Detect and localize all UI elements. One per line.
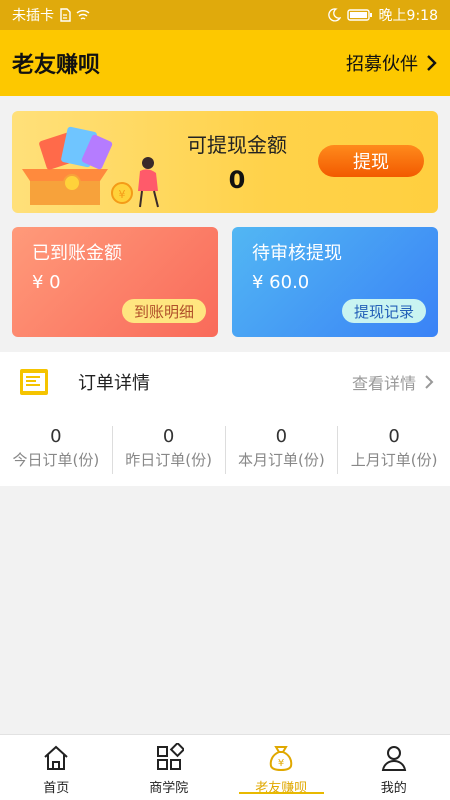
- chevron-right-icon: [425, 375, 434, 389]
- stat-label: 本月订单(份): [238, 451, 325, 469]
- sim-card-icon: [60, 8, 71, 22]
- status-bar: 未插卡 晚上9:18: [0, 0, 450, 30]
- wifi-icon: [76, 10, 90, 20]
- person-icon: [381, 746, 406, 771]
- bottom-tab-bar: 首页 商学院 ¥ 老友赚呗 我的: [0, 734, 450, 800]
- withdraw-panel: ¥ 可提现金额 0 提现: [12, 111, 438, 213]
- view-details-label: 查看详情: [351, 374, 416, 393]
- clock-text: 晚上9:18: [378, 8, 438, 24]
- tab-label: 老友赚呗: [255, 781, 308, 796]
- recruit-label: 招募伙伴: [346, 54, 418, 75]
- stat-value: 0: [275, 426, 288, 447]
- chevron-right-icon: [427, 55, 437, 71]
- order-details-title: 订单详情: [78, 373, 150, 394]
- received-details-button[interactable]: 到账明细: [121, 299, 206, 323]
- withdraw-button[interactable]: 提现: [318, 145, 424, 177]
- stat-this-month: 0 本月订单(份): [226, 426, 339, 474]
- recruit-partners-link[interactable]: 招募伙伴: [346, 50, 438, 76]
- received-amount-card: 已到账金额 ¥ 0 到账明细: [12, 227, 218, 337]
- withdraw-records-button[interactable]: 提现记录: [341, 299, 426, 323]
- svg-text:¥: ¥: [278, 758, 284, 769]
- pending-value: ¥ 60.0: [252, 272, 310, 293]
- stat-yesterday: 0 昨日订单(份): [113, 426, 226, 474]
- gift-box-illustration-icon: ¥: [22, 126, 159, 208]
- pending-title: 待审核提现: [252, 243, 342, 264]
- stat-value: 0: [162, 426, 175, 447]
- stat-today: 0 今日订单(份): [0, 426, 113, 474]
- received-value: ¥ 0: [32, 272, 61, 293]
- withdrawable-label: 可提现金额: [187, 133, 287, 157]
- tab-label: 我的: [380, 781, 407, 796]
- document-list-icon: [20, 369, 48, 395]
- stat-label: 昨日订单(份): [125, 451, 212, 469]
- app-header: 老友赚呗 招募伙伴: [0, 30, 450, 96]
- order-stats: 0 今日订单(份) 0 昨日订单(份) 0 本月订单(份) 0 上月订单(份): [0, 426, 450, 474]
- tab-me[interactable]: 我的: [338, 735, 450, 800]
- stat-value: 0: [388, 426, 400, 447]
- tab-earn[interactable]: ¥ 老友赚呗: [225, 735, 338, 800]
- pending-withdraw-card: 待审核提现 ¥ 60.0 提现记录: [232, 227, 438, 337]
- svg-text:¥: ¥: [119, 188, 126, 201]
- tab-academy[interactable]: 商学院: [113, 735, 226, 800]
- stat-label: 上月订单(份): [350, 451, 438, 469]
- stat-value: 0: [50, 426, 62, 447]
- home-icon: [44, 745, 68, 770]
- tab-label: 商学院: [149, 781, 189, 796]
- received-title: 已到账金额: [32, 243, 122, 264]
- stat-last-month: 0 上月订单(份): [338, 426, 450, 474]
- battery-icon: [346, 9, 372, 21]
- withdrawable-amount: 0: [228, 166, 246, 194]
- tab-home[interactable]: 首页: [0, 735, 113, 800]
- moon-icon: [327, 8, 341, 22]
- stat-label: 今日订单(份): [12, 451, 100, 469]
- order-details-section: 订单详情 查看详情 0 今日订单(份) 0 昨日订单(份) 0 本月订单(份) …: [0, 352, 450, 486]
- carrier-text: 未插卡: [12, 8, 54, 24]
- grid-shapes-icon: [156, 743, 184, 770]
- tab-label: 首页: [43, 781, 70, 796]
- order-details-header: 订单详情 查看详情: [0, 352, 450, 412]
- money-bag-icon: ¥: [270, 746, 293, 772]
- view-details-link[interactable]: 查看详情: [352, 370, 434, 394]
- page-title: 老友赚呗: [12, 53, 101, 78]
